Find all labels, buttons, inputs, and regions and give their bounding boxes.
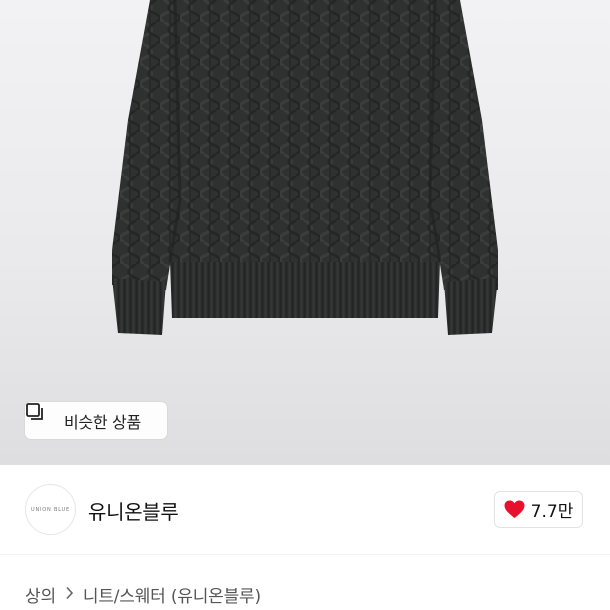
avatar-logo: UNION BLUE <box>31 506 70 513</box>
avatar[interactable]: UNION BLUE <box>25 484 76 535</box>
breadcrumb: 상의 니트/스웨터 (유니온블루) <box>25 582 261 607</box>
like-button[interactable]: 7.7만 <box>494 491 583 528</box>
sweater-hem <box>170 262 440 318</box>
similar-items-label: 비슷한 상품 <box>64 412 141 432</box>
chevron-right-icon <box>65 586 74 604</box>
sweater-left-cuff <box>112 278 166 335</box>
breadcrumb-item-subcategory[interactable]: 니트/스웨터 (유니온블루) <box>83 582 261 607</box>
product-image[interactable]: 비슷한 상품 <box>0 0 610 465</box>
like-count: 7.7만 <box>530 502 574 522</box>
sweater-body <box>150 0 460 265</box>
similar-items-icon <box>26 403 57 431</box>
sweater-photo <box>112 0 498 335</box>
sweater-right-cuff <box>444 278 498 335</box>
seller-row: UNION BLUE 유니온블루 7.7만 <box>0 465 610 555</box>
breadcrumb-item-category[interactable]: 상의 <box>25 582 56 607</box>
heart-icon <box>504 500 525 519</box>
shop-name[interactable]: 유니온블루 <box>88 496 179 525</box>
similar-items-button[interactable]: 비슷한 상품 <box>25 402 167 439</box>
